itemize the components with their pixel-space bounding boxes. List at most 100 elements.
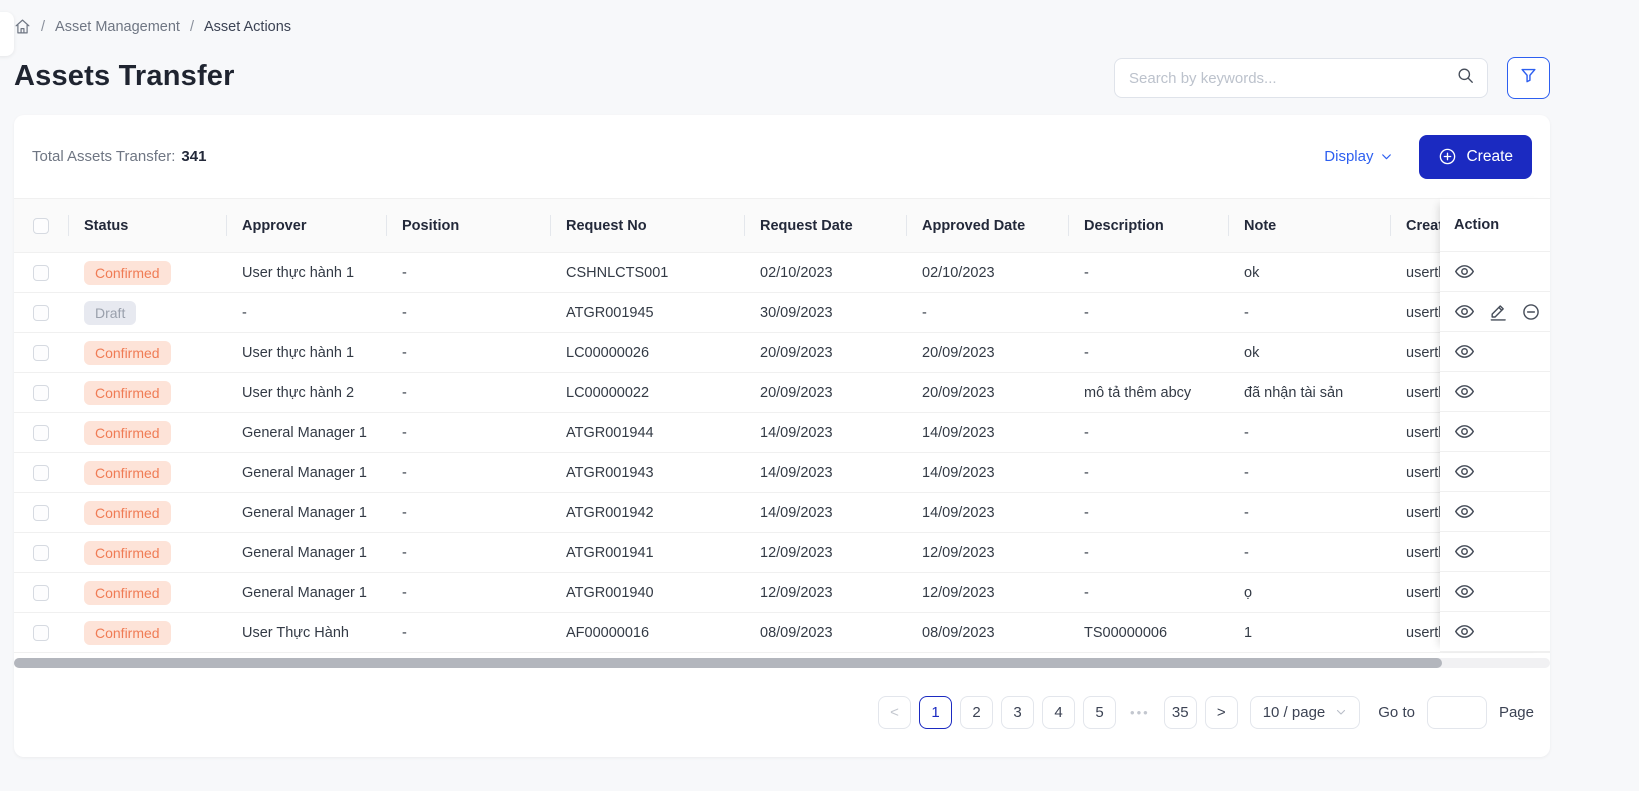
cell-request-date: 20/09/2023 (744, 333, 906, 373)
cell-approver: General Manager 1 (226, 453, 386, 493)
row-checkbox[interactable] (33, 305, 49, 321)
cell-approved-date: 20/09/2023 (906, 333, 1068, 373)
breadcrumb-asset-management[interactable]: Asset Management (55, 19, 180, 35)
edit-pencil-icon[interactable] (1488, 302, 1508, 322)
plus-circle-icon (1438, 147, 1457, 166)
cell-request-no: ATGR001943 (550, 453, 744, 493)
page-button-1[interactable]: 1 (919, 696, 952, 729)
page-button-2[interactable]: 2 (960, 696, 993, 729)
row-checkbox[interactable] (33, 585, 49, 601)
filter-button[interactable] (1507, 57, 1550, 99)
cell-position: - (386, 333, 550, 373)
eye-icon[interactable] (1454, 341, 1475, 362)
cell-request-no: LC00000022 (550, 373, 744, 413)
display-dropdown[interactable]: Display (1324, 148, 1393, 165)
cell-note: ọ (1228, 573, 1390, 613)
fixed-action-column: Action (1440, 198, 1550, 652)
cell-approver: User thực hành 1 (226, 333, 386, 373)
cell-request-date: 30/09/2023 (744, 293, 906, 333)
create-label: Create (1466, 148, 1513, 166)
cell-request-date: 12/09/2023 (744, 573, 906, 613)
eye-icon[interactable] (1454, 541, 1475, 562)
status-badge: Confirmed (84, 341, 171, 365)
total-value: 341 (181, 148, 206, 165)
chevron-down-icon (1335, 706, 1347, 718)
select-all-checkbox[interactable] (33, 218, 49, 234)
scrollbar-thumb[interactable] (14, 658, 1442, 668)
page-size-select[interactable]: 10 / page (1250, 696, 1361, 729)
cell-request-no: ATGR001945 (550, 293, 744, 333)
table-row: ConfirmedUser thực hành 1-LC0000002620/0… (14, 333, 1550, 373)
cell-approver: User thực hành 1 (226, 253, 386, 293)
table-row: ConfirmedGeneral Manager 1-ATGR00194112/… (14, 533, 1550, 573)
row-checkbox[interactable] (33, 505, 49, 521)
cell-position: - (386, 293, 550, 333)
cell-description: - (1068, 333, 1228, 373)
cell-note: - (1228, 453, 1390, 493)
create-button[interactable]: Create (1419, 135, 1532, 179)
action-cell (1440, 572, 1550, 612)
more-pages-ellipsis[interactable]: ••• (1124, 705, 1156, 720)
chevron-down-icon (1380, 150, 1393, 163)
page-button-3[interactable]: 3 (1001, 696, 1034, 729)
eye-icon[interactable] (1454, 261, 1475, 282)
cell-request-no: ATGR001944 (550, 413, 744, 453)
horizontal-scrollbar[interactable] (14, 658, 1550, 668)
search-box (1114, 58, 1488, 98)
table-row: ConfirmedGeneral Manager 1-ATGR00194012/… (14, 573, 1550, 613)
eye-icon[interactable] (1454, 621, 1475, 642)
cell-note: - (1228, 293, 1390, 333)
prev-page-button[interactable]: < (878, 696, 911, 729)
page-button-5[interactable]: 5 (1083, 696, 1116, 729)
action-cell (1440, 452, 1550, 492)
cell-note: - (1228, 493, 1390, 533)
minus-circle-icon[interactable] (1521, 302, 1541, 322)
cell-note: ok (1228, 253, 1390, 293)
goto-page-input[interactable] (1427, 696, 1487, 729)
last-page-button[interactable]: 35 (1164, 696, 1197, 729)
cell-request-no: ATGR001941 (550, 533, 744, 573)
search-input[interactable] (1129, 70, 1456, 87)
cell-description: mô tả thêm abcy (1068, 373, 1228, 413)
eye-icon[interactable] (1454, 501, 1475, 522)
cell-request-date: 14/09/2023 (744, 493, 906, 533)
row-checkbox[interactable] (33, 385, 49, 401)
cell-request-no: CSHNLCTS001 (550, 253, 744, 293)
cell-approved-date: 12/09/2023 (906, 533, 1068, 573)
eye-icon[interactable] (1454, 301, 1475, 322)
row-checkbox[interactable] (33, 345, 49, 361)
action-cell (1440, 252, 1550, 292)
row-checkbox[interactable] (33, 545, 49, 561)
row-checkbox[interactable] (33, 425, 49, 441)
filter-funnel-icon (1519, 66, 1538, 90)
table-row: ConfirmedGeneral Manager 1-ATGR00194314/… (14, 453, 1550, 493)
cell-approver: General Manager 1 (226, 493, 386, 533)
cell-request-no: LC00000026 (550, 333, 744, 373)
row-checkbox[interactable] (33, 625, 49, 641)
status-badge: Confirmed (84, 461, 171, 485)
action-cell (1440, 332, 1550, 372)
col-approved-date: Approved Date (906, 199, 1068, 253)
search-icon[interactable] (1456, 66, 1475, 90)
eye-icon[interactable] (1454, 421, 1475, 442)
cell-approved-date: 08/09/2023 (906, 613, 1068, 653)
eye-icon[interactable] (1454, 381, 1475, 402)
col-status: Status (68, 199, 226, 253)
home-icon[interactable] (14, 18, 31, 35)
collapsed-drawer-handle[interactable] (0, 12, 14, 56)
page-button-4[interactable]: 4 (1042, 696, 1075, 729)
pagination: < 12345 ••• 35 > 10 / page Go to Page (14, 668, 1550, 756)
table-row: ConfirmedGeneral Manager 1-ATGR00194414/… (14, 413, 1550, 453)
eye-icon[interactable] (1454, 581, 1475, 602)
cell-description: - (1068, 293, 1228, 333)
row-checkbox[interactable] (33, 265, 49, 281)
display-label: Display (1324, 148, 1373, 165)
cell-position: - (386, 453, 550, 493)
table-row: ConfirmedGeneral Manager 1-ATGR00194214/… (14, 493, 1550, 533)
table-row: ConfirmedUser thực hành 2-LC0000002220/0… (14, 373, 1550, 413)
cell-approved-date: 14/09/2023 (906, 413, 1068, 453)
status-badge: Confirmed (84, 581, 171, 605)
eye-icon[interactable] (1454, 461, 1475, 482)
row-checkbox[interactable] (33, 465, 49, 481)
next-page-button[interactable]: > (1205, 696, 1238, 729)
